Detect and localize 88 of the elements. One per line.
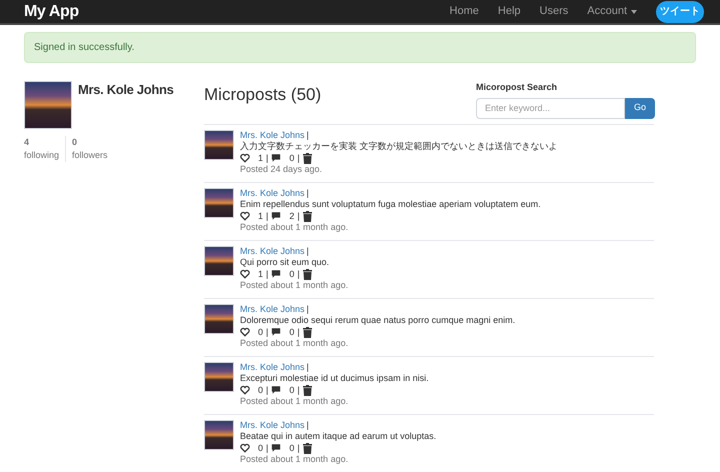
- separator: |: [306, 420, 309, 431]
- post-photo: [204, 246, 234, 276]
- separator: |: [306, 362, 309, 373]
- post-photo: [204, 188, 234, 218]
- post-photo: [204, 130, 234, 160]
- author-link[interactable]: Mrs. Kole Johns: [240, 304, 305, 315]
- separator: |: [297, 210, 300, 222]
- like-count: 1: [258, 152, 264, 164]
- post-content: Doloremque odio sequi rerum quae natus porro cumque magni enim.: [240, 315, 516, 326]
- trash-icon[interactable]: [302, 326, 312, 338]
- separator: |: [297, 442, 300, 454]
- profile-photo: [24, 81, 72, 129]
- post-photo: [204, 304, 234, 334]
- heart-icon[interactable]: [240, 443, 250, 454]
- comment-count: 0: [289, 442, 294, 454]
- comment-icon[interactable]: [271, 269, 282, 280]
- separator: |: [297, 384, 300, 396]
- stat-link[interactable]: 0 followers: [65, 136, 108, 162]
- author-link[interactable]: Mrs. Kole Johns: [240, 246, 305, 257]
- microposts-heading: Microposts (50): [204, 84, 322, 106]
- separator: |: [297, 268, 300, 280]
- heart-icon[interactable]: [240, 385, 250, 396]
- post-content: Excepturi molestiae id ut ducimus ipsam in nisi.: [240, 373, 429, 384]
- go-button[interactable]: Go: [625, 98, 655, 118]
- post-timestamp: Posted about 1 month ago.: [240, 222, 350, 234]
- post-photo: [204, 420, 234, 450]
- like-count: 0: [258, 326, 264, 338]
- nav-link[interactable]: Home: [450, 3, 479, 20]
- post-timestamp: Posted 24 days ago.: [240, 164, 324, 176]
- heart-icon[interactable]: [240, 153, 250, 164]
- comment-icon[interactable]: [271, 443, 282, 454]
- separator: |: [306, 246, 309, 257]
- author-link[interactable]: Mrs. Kole Johns: [240, 130, 305, 141]
- author-link[interactable]: Mrs. Kole Johns: [240, 362, 305, 373]
- like-count: 0: [258, 442, 264, 454]
- search-label: Micoropost Search: [476, 81, 558, 94]
- comment-count: 0: [289, 326, 294, 338]
- separator: |: [266, 384, 268, 396]
- comment-icon[interactable]: [271, 327, 282, 338]
- trash-icon[interactable]: [302, 268, 312, 280]
- post-content: Beatae qui in autem itaque ad earum ut voluptas.: [240, 431, 436, 442]
- brand-logo[interactable]: My App: [24, 0, 79, 24]
- separator: |: [266, 210, 268, 222]
- heart-icon[interactable]: [240, 269, 250, 280]
- separator: |: [266, 268, 268, 280]
- trash-icon[interactable]: [302, 384, 312, 396]
- nav-link[interactable]: Help: [498, 3, 521, 20]
- author-link[interactable]: Mrs. Kole Johns: [240, 420, 305, 431]
- tweet-button[interactable]: ツイート: [656, 0, 704, 22]
- like-count: 1: [258, 210, 264, 222]
- post-content: Qui porro sit eum quo.: [240, 257, 330, 268]
- comment-count: 2: [289, 210, 294, 222]
- post-content: Enim repellendus sunt voluptatum fuga molestiae aperiam voluptatem eum.: [240, 199, 541, 210]
- comment-count: 0: [289, 152, 294, 164]
- comment-icon[interactable]: [271, 211, 282, 222]
- like-count: 1: [258, 268, 264, 280]
- separator: |: [266, 442, 268, 454]
- trash-icon[interactable]: [302, 210, 312, 222]
- separator: |: [297, 152, 300, 164]
- account-dropdown[interactable]: Account: [587, 3, 637, 20]
- separator: |: [306, 130, 309, 141]
- separator: |: [266, 326, 268, 338]
- stat-link[interactable]: 4 following: [24, 136, 66, 162]
- separator: |: [297, 326, 300, 338]
- post-timestamp: Posted about 1 month ago.: [240, 338, 350, 350]
- separator: |: [306, 304, 309, 315]
- comment-icon[interactable]: [271, 153, 282, 164]
- heart-icon[interactable]: [240, 327, 250, 338]
- post-timestamp: Posted about 1 month ago.: [240, 280, 348, 292]
- post-photo: [204, 362, 234, 392]
- success-alert: Signed in successfully.: [24, 32, 696, 63]
- comment-count: 0: [289, 384, 294, 396]
- separator: |: [266, 152, 268, 164]
- author-link[interactable]: Mrs. Kole Johns: [240, 188, 305, 199]
- search-field[interactable]: Enter keyword...: [476, 98, 625, 118]
- caret-icon: [631, 10, 637, 14]
- trash-icon[interactable]: [302, 442, 312, 454]
- profile-name: Mrs. Kole Johns: [78, 81, 174, 99]
- like-count: 0: [258, 384, 264, 396]
- nav-link[interactable]: Users: [540, 3, 568, 20]
- comment-icon[interactable]: [271, 385, 282, 396]
- post-content: 入力文字数チェッカーを実装 文字数が規定範囲内でないときは送信できないよ: [240, 141, 558, 152]
- post-timestamp: Posted about 1 month ago.: [240, 396, 350, 408]
- comment-count: 0: [289, 268, 294, 280]
- trash-icon[interactable]: [302, 152, 312, 164]
- heart-icon[interactable]: [240, 211, 250, 222]
- post-timestamp: Posted about 1 month ago.: [240, 454, 350, 466]
- separator: |: [306, 188, 309, 199]
